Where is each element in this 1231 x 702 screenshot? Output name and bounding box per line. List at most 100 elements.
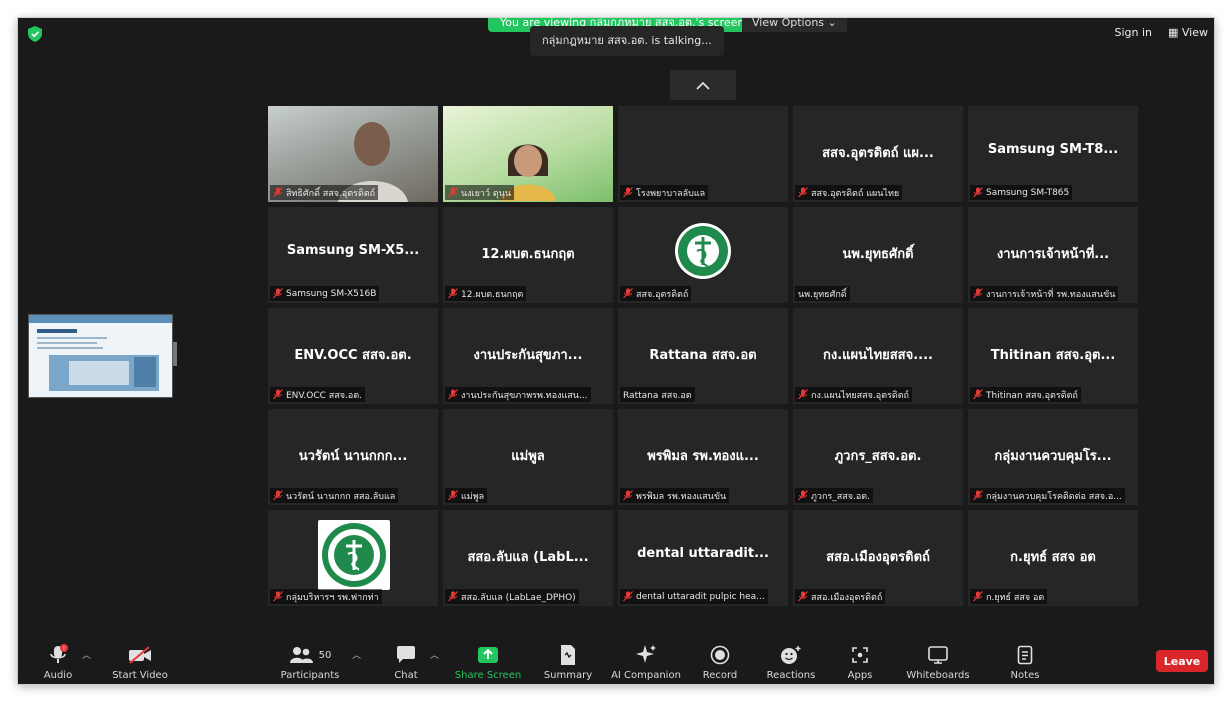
participant-tile[interactable]: แม่พูล แม่พูล xyxy=(443,409,613,505)
notes-button[interactable]: Notes xyxy=(985,642,1065,681)
participant-name-label: Rattana สสจ.อต xyxy=(620,387,695,402)
summary-label: Summary xyxy=(543,670,593,681)
participant-tile[interactable]: นงเยาว์ ดุนุน xyxy=(443,106,613,202)
chat-options-caret-icon[interactable]: ︿ xyxy=(430,648,439,661)
participant-display-name: สสจ.อุตรดิตถ์ แผ... xyxy=(822,146,934,161)
participants-button[interactable]: 50 Participants xyxy=(270,642,350,681)
muted-mic-icon xyxy=(273,389,283,400)
participant-name: นวรัตน์ นานกกก สสอ.ลับแล xyxy=(286,491,396,502)
view-button[interactable]: ▦ View xyxy=(1168,26,1208,39)
participant-tile[interactable]: ก.ยุทธ์ สสจ อต ก.ยุทธ์ สสจ อต xyxy=(968,510,1138,606)
participant-name: สสอ.เมืองอุตรดิตถ์ xyxy=(811,592,883,603)
ai-companion-button[interactable]: AI Companion xyxy=(606,642,686,681)
participant-tile[interactable]: นพ.ยุทธศักดิ์ นพ.ยุทธศักดิ์ xyxy=(793,207,963,303)
participant-name-label: โรงพยาบาลลับแล xyxy=(620,185,709,200)
summary-button[interactable]: Summary xyxy=(528,642,608,681)
participant-name-label: dental uttaradit pulpic hea... xyxy=(620,589,768,604)
muted-mic-icon xyxy=(448,591,458,602)
muted-mic-icon xyxy=(623,490,633,501)
talking-indicator: กลุ่มกฎหมาย สสจ.อต. is talking... xyxy=(530,26,724,56)
participant-display-name: กง.แผนไทยสสจ.... xyxy=(822,348,933,363)
whiteboards-button[interactable]: Whiteboards xyxy=(898,642,978,681)
participant-name: พรพิมล รพ.ทองแสนขัน xyxy=(636,491,727,502)
muted-mic-icon xyxy=(273,490,283,501)
muted-mic-icon xyxy=(448,490,458,501)
participant-name-label: พรพิมล รพ.ทองแสนขัน xyxy=(620,488,730,503)
participant-display-name: dental uttaradit... xyxy=(637,546,769,561)
participant-tile[interactable]: ENV.OCC สสจ.อต. ENV.OCC สสจ.อต. xyxy=(268,308,438,404)
share-screen-button[interactable]: Share Screen xyxy=(448,642,528,681)
participant-tile[interactable]: สสจ.อุตรดิตถ์ xyxy=(618,207,788,303)
participant-name-label: สสอ.เมืองอุตรดิตถ์ xyxy=(795,589,886,604)
reactions-button[interactable]: Reactions xyxy=(751,642,831,681)
apps-button[interactable]: Apps xyxy=(820,642,900,681)
reactions-smiley-icon xyxy=(781,646,801,664)
participant-name: งานการเจ้าหน้าที่ รพ.ทองแสนขัน xyxy=(986,289,1116,300)
reactions-label: Reactions xyxy=(766,670,816,681)
participant-tile[interactable]: Thitinan สสจ.อุต... Thitinan สสจ.อุตรดิตถ… xyxy=(968,308,1138,404)
chevron-up-icon xyxy=(696,81,710,90)
shared-screen-thumbnail[interactable] xyxy=(28,314,173,398)
muted-mic-icon xyxy=(798,490,808,501)
shared-slide-preview xyxy=(29,315,172,397)
thumbnail-resize-handle[interactable] xyxy=(173,342,177,366)
participant-name-label: ภูวกร_สสจ.อต. xyxy=(795,488,874,503)
participant-tile[interactable]: Rattana สสจ.อต Rattana สสจ.อต xyxy=(618,308,788,404)
share-screen-label: Share Screen xyxy=(454,670,522,681)
participant-tile[interactable]: ภูวกร_สสจ.อต. ภูวกร_สสจ.อต. xyxy=(793,409,963,505)
muted-mic-icon xyxy=(973,389,983,400)
start-video-button[interactable]: Start Video xyxy=(100,642,180,681)
view-options-button[interactable]: View Options ⌄ xyxy=(742,18,847,32)
muted-mic-icon xyxy=(448,288,458,299)
participant-name: Rattana สสจ.อต xyxy=(623,390,692,401)
participant-grid: สิทธิศักดิ์ สสจ.อุตรดิตถ์ นงเยาว์ ดุนุน โร… xyxy=(268,106,1138,606)
record-icon xyxy=(710,645,730,665)
participant-name-label: งานการเจ้าหน้าที่ รพ.ทองแสนขัน xyxy=(970,286,1119,301)
participant-tile[interactable]: สสอ.เมืองอุตรดิตถ์ สสอ.เมืองอุตรดิตถ์ xyxy=(793,510,963,606)
summary-icon xyxy=(561,645,575,665)
participant-tile[interactable]: Samsung SM-T8... Samsung SM-T865 xyxy=(968,106,1138,202)
participant-display-name: สสอ.ลับแล (LabL... xyxy=(467,550,589,565)
participant-tile[interactable]: 12.ผบต.ธนกฤต 12.ผบต.ธนกฤต xyxy=(443,207,613,303)
participant-name-label: ก.ยุทธ์ สสจ อต xyxy=(970,589,1048,604)
participant-name: กลุ่มงานควบคุมโรคติดต่อ สสจ.อ... xyxy=(986,491,1122,502)
muted-mic-icon xyxy=(973,490,983,501)
participant-tile[interactable]: กลุ่มงานควบคุมโร... กลุ่มงานควบคุมโรคติดต… xyxy=(968,409,1138,505)
participant-tile[interactable]: กง.แผนไทยสสจ.... กง.แผนไทยสสจ.อุตรดิตถ์ xyxy=(793,308,963,404)
participant-display-name: กลุ่มงานควบคุมโร... xyxy=(994,449,1112,464)
participant-name: สสอ.ลับแล (LabLae_DPHO) xyxy=(461,592,576,603)
muted-mic-icon xyxy=(448,187,458,198)
participant-display-name: แม่พูล xyxy=(511,449,545,464)
zoom-window: You are viewing กลุ่มกฎหมาย สสจ.อต.'s sc… xyxy=(18,18,1214,684)
participant-tile[interactable]: สสอ.ลับแล (LabL... สสอ.ลับแล (LabLae_DPHO… xyxy=(443,510,613,606)
participant-tile[interactable]: สสจ.อุตรดิตถ์ แผ... สสจ.อุตรดิตถ์ แผนไทย xyxy=(793,106,963,202)
participants-options-caret-icon[interactable]: ︿ xyxy=(352,648,361,661)
record-button[interactable]: Record xyxy=(680,642,760,681)
participant-display-name: งานประกันสุขภา... xyxy=(473,348,583,363)
participant-tile[interactable]: นวรัตน์ นานกกก... นวรัตน์ นานกกก สสอ.ลับแ… xyxy=(268,409,438,505)
participant-name: สสจ.อุตรดิตถ์ xyxy=(636,289,689,300)
participant-name: dental uttaradit pulpic hea... xyxy=(636,591,765,602)
participant-tile[interactable]: กลุ่มบริหารฯ รพ.ฟากท่า xyxy=(268,510,438,606)
participant-name: งานประกันสุขภาพรพ.ทองแสน... xyxy=(461,390,588,401)
participant-name: ENV.OCC สสจ.อต. xyxy=(286,390,363,401)
participant-tile[interactable]: งานการเจ้าหน้าที่... งานการเจ้าหน้าที่ รพ… xyxy=(968,207,1138,303)
muted-mic-icon xyxy=(973,187,983,198)
participant-name-label: นพ.ยุทธศักดิ์ xyxy=(795,286,850,301)
security-shield-icon[interactable] xyxy=(28,26,42,42)
participant-tile[interactable]: งานประกันสุขภา... งานประกันสุขภาพรพ.ทองแส… xyxy=(443,308,613,404)
participant-display-name: ENV.OCC สสจ.อต. xyxy=(294,348,412,363)
sign-in-link[interactable]: Sign in xyxy=(1114,26,1152,39)
participant-name: Samsung SM-X516B xyxy=(286,288,377,299)
scroll-up-button[interactable] xyxy=(670,70,736,100)
share-screen-icon xyxy=(478,647,498,663)
audio-label: Audio xyxy=(43,670,73,681)
leave-button[interactable]: Leave xyxy=(1156,650,1208,672)
muted-mic-icon xyxy=(623,187,633,198)
participant-tile[interactable]: พรพิมล รพ.ทองแ... พรพิมล รพ.ทองแสนขัน xyxy=(618,409,788,505)
participant-tile[interactable]: Samsung SM-X5... Samsung SM-X516B xyxy=(268,207,438,303)
participant-tile[interactable]: สิทธิศักดิ์ สสจ.อุตรดิตถ์ xyxy=(268,106,438,202)
participant-tile[interactable]: dental uttaradit... dental uttaradit pulp… xyxy=(618,510,788,606)
audio-options-caret-icon[interactable]: ︿ xyxy=(82,648,91,661)
participant-tile[interactable]: โรงพยาบาลลับแล xyxy=(618,106,788,202)
